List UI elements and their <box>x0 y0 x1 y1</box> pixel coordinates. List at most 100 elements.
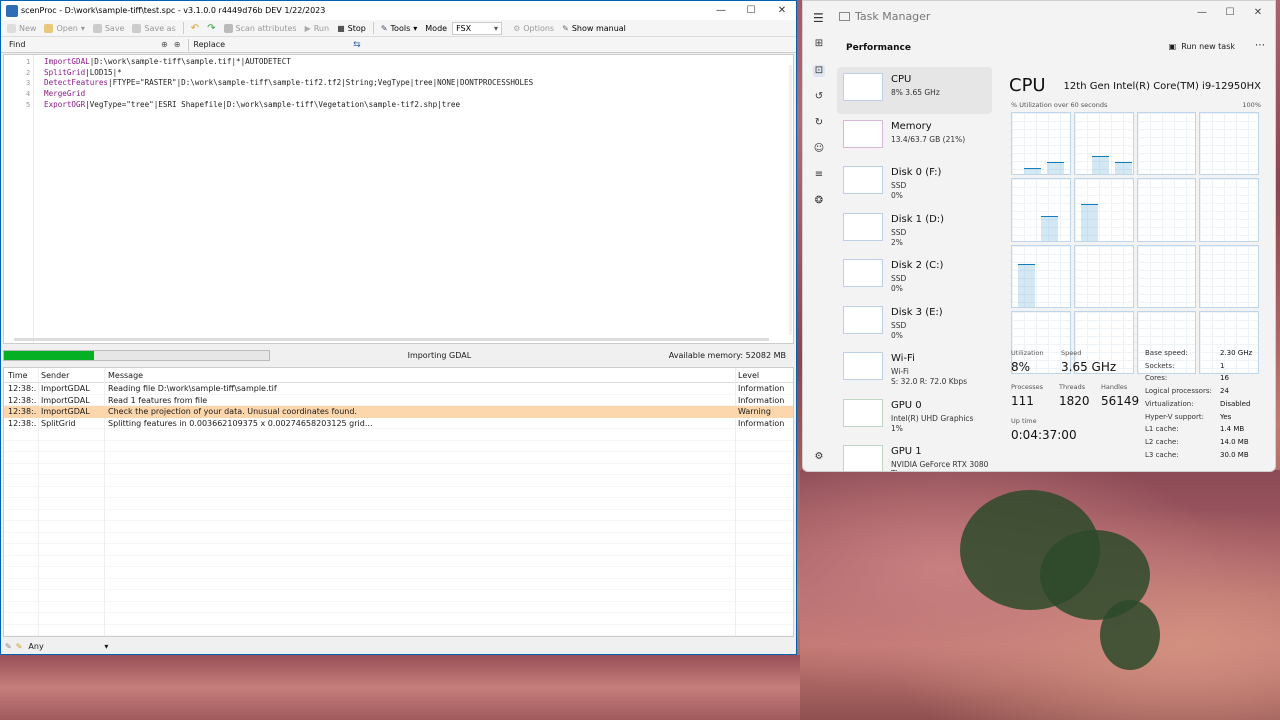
users-icon[interactable]: ☺ <box>813 143 825 155</box>
cpu-core-graph <box>1199 310 1259 374</box>
performance-title: Performance <box>846 43 911 53</box>
mode-select[interactable]: FSX ▾ <box>452 21 503 35</box>
perf-item-label: Disk 0 (F:) <box>891 167 942 178</box>
task-manager-icon <box>839 12 850 21</box>
log-header-sender[interactable]: Sender <box>37 371 104 380</box>
code-line: DetectFeatures|FTYPE="RASTER"|D:\work\sa… <box>44 78 533 89</box>
spec-value: 24 <box>1220 387 1229 396</box>
startup-apps-icon[interactable]: ↻ <box>813 117 825 129</box>
log-row[interactable]: 12:38:... ImportGDAL Read 1 features from … <box>4 395 793 407</box>
perf-item-detail: 0% <box>891 330 903 340</box>
perf-item-label: Wi-Fi <box>891 353 915 364</box>
tools-menu[interactable]: ✎ Tools ▾ <box>378 21 420 36</box>
redo-button[interactable]: ↷ <box>204 21 218 36</box>
log-header-message[interactable]: Message <box>104 371 734 380</box>
spec-label: Virtualization: <box>1145 399 1194 408</box>
spec-value: Yes <box>1220 412 1232 421</box>
replace-all-icon[interactable]: ⇆ <box>353 40 361 50</box>
log-cell-level: Information <box>738 384 784 394</box>
settings-icon[interactable]: ⚙ <box>813 451 825 463</box>
run-button[interactable]: ▶ Run <box>302 21 333 36</box>
mini-graph <box>843 259 883 287</box>
line-number: 1 <box>26 58 31 66</box>
spec-value: 2.30 GHz <box>1220 349 1253 357</box>
code-arguments: |D:\work\sample-tiff\sample.tif|*|AUTODE… <box>89 57 291 66</box>
stop-button[interactable]: ■ Stop <box>334 21 369 36</box>
minimize-icon[interactable]: — <box>706 1 736 20</box>
perf-item-memory[interactable]: Memory 13.4/63.7 GB (21%) <box>837 114 992 161</box>
log-level-select[interactable]: Any ▾ <box>28 642 108 651</box>
undo-button[interactable]: ↶ <box>188 21 202 36</box>
filter-icon[interactable]: ✎ <box>16 642 23 651</box>
script-editor[interactable]: 1 ImportGDAL|D:\work\sample-tiff\sample.t… <box>3 54 794 344</box>
app-history-icon[interactable]: ↺ <box>813 91 825 103</box>
spec-label: Logical processors: <box>1145 387 1212 396</box>
perf-item-disk-2-c[interactable]: Disk 2 (C:) SSD 0% <box>837 253 992 300</box>
code-arguments: |LOD15|* <box>85 67 122 77</box>
log-row[interactable]: 12:38:... ImportGDAL Reading file D:\work\… <box>4 383 793 395</box>
details-icon[interactable]: ≡ <box>813 169 825 181</box>
perf-item-wi-fi[interactable]: Wi-Fi Wi-Fi S: 32.0 R: 72.0 Kbps <box>837 346 992 393</box>
save-icon <box>92 23 102 33</box>
run-new-task-button[interactable]: ▣ Run new task <box>1169 42 1235 51</box>
cpu-core-graph <box>1136 112 1197 176</box>
spec-label: L3 cache: <box>1145 450 1179 459</box>
log-cell-time: 12:38:... <box>8 395 37 405</box>
perf-item-cpu[interactable]: CPU 8% 3.65 GHz <box>837 67 992 114</box>
more-options-icon[interactable]: ⋯ <box>1255 40 1265 51</box>
log-cell-sender: ImportGDAL <box>41 395 90 405</box>
code-line: MergeGrid <box>44 89 85 100</box>
scan-attributes-button[interactable]: Scan attributes <box>221 21 300 36</box>
perf-item-gpu-1[interactable]: GPU 1NVIDIA GeForce RTX 3080 Ti0% (37 °C… <box>837 439 992 471</box>
log-cell-level: Warning <box>738 407 771 417</box>
new-button[interactable]: New <box>4 21 39 36</box>
performance-icon[interactable]: ⊡ <box>813 65 825 77</box>
perf-item-disk-3-e[interactable]: Disk 3 (E:) SSD 0% <box>837 300 992 347</box>
save-button[interactable]: Save <box>90 21 128 36</box>
processes-icon[interactable]: ⊞ <box>813 38 825 50</box>
line-number: 2 <box>26 68 31 77</box>
maximize-icon[interactable]: ☐ <box>736 1 766 20</box>
zoom-out-icon[interactable]: ⊕ <box>174 40 181 49</box>
spec-label: Sockets: <box>1145 361 1175 370</box>
perf-item-disk-1-d[interactable]: Disk 1 (D:) SSD 2% <box>837 207 992 254</box>
tm-close-icon[interactable]: ✕ <box>1243 7 1273 18</box>
mini-graph <box>843 305 883 334</box>
tm-maximize-icon[interactable]: ☐ <box>1215 7 1245 18</box>
show-manual-button[interactable]: ✎ Show manual <box>559 21 629 36</box>
log-header-time[interactable]: Time <box>4 371 37 380</box>
perf-item-label: Disk 1 (D:) <box>891 213 945 225</box>
zoom-in-icon[interactable]: ⊕ <box>161 40 168 49</box>
open-button[interactable]: Open ▾ <box>41 21 87 36</box>
undo-icon: ↶ <box>190 22 200 34</box>
spec-value: Disabled <box>1220 399 1251 408</box>
perf-item-gpu-0[interactable]: GPU 0 Intel(R) UHD Graphics 1% <box>837 393 992 440</box>
cpu-detail-panel: CPU 12th Gen Intel(R) Core(TM) i9-12950H… <box>1003 67 1275 471</box>
nav-rail: ⊞ ⊡ ↺ ↻ ☺ ≡ ❂ ⚙ <box>803 33 837 471</box>
task-manager-window: ☰ Task Manager — ☐ ✕ ⊞ ⊡ ↺ ↻ ☺ ≡ ❂ ⚙ Per… <box>802 0 1276 472</box>
editor-vertical-scrollbar[interactable] <box>789 65 792 335</box>
cpu-core-graph <box>1073 244 1134 308</box>
cpu-core-graph <box>1011 244 1071 308</box>
close-icon[interactable]: ✕ <box>767 1 797 20</box>
cpu-core-graph <box>1011 178 1071 242</box>
editor-horizontal-scrollbar[interactable] <box>14 338 769 341</box>
perf-item-detail: 0% <box>891 191 903 200</box>
log-header-level[interactable]: Level <box>734 371 784 380</box>
utilization-value: 8% <box>1011 360 1031 374</box>
code-arguments: |VegType="tree"|ESRI Shapefile|D:\work\s… <box>85 99 461 109</box>
cpu-title: CPU <box>1009 75 1046 96</box>
log-row[interactable]: 12:38:... ImportGDAL Check the projection … <box>4 406 793 418</box>
log-row[interactable]: 12:38:... SplitGrid Splitting features in … <box>4 418 793 430</box>
save-as-button[interactable]: Save as <box>129 21 178 36</box>
options-button[interactable]: ⚙ Options <box>510 21 557 36</box>
log-cell-sender: ImportGDAL <box>41 407 90 417</box>
perf-item-disk-0-f[interactable]: Disk 0 (F:) SSD 0% <box>837 160 992 207</box>
services-icon[interactable]: ❂ <box>813 195 825 207</box>
tm-minimize-icon[interactable]: — <box>1187 7 1217 18</box>
clear-log-icon[interactable]: ✎ <box>5 642 12 651</box>
scenproc-window: scenProc - D:\work\sample-tiff\test.spc … <box>0 0 797 655</box>
run-task-icon: ▣ <box>1168 42 1177 51</box>
menu-icon[interactable]: ☰ <box>813 11 824 25</box>
log-cell-level: Information <box>738 418 784 428</box>
